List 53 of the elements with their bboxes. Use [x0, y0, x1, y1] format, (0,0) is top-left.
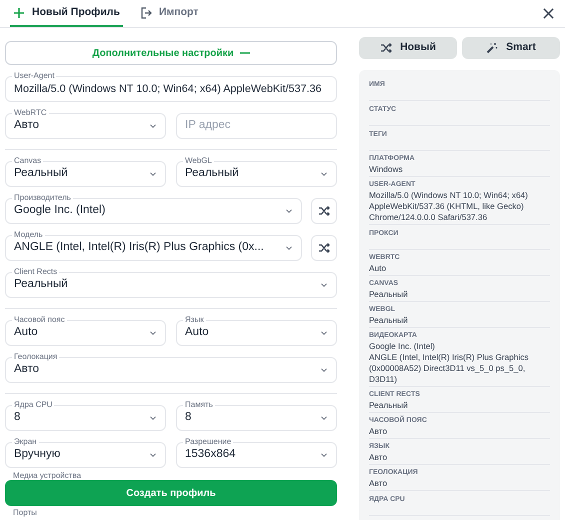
action-button[interactable]: Новый: [359, 37, 457, 59]
chevron-down-icon: [320, 414, 328, 422]
summary-value: ANGLE (Intel, Intel(R) Iris(R) Plus Graphics (0x00008A52) Direct3D11 vs_5_0 ps_5_0, D3D11): [369, 352, 530, 385]
summary-value: Auto: [369, 263, 388, 274]
field-label: Геолокация: [12, 352, 60, 362]
chevron-down-icon: [320, 451, 328, 459]
tab[interactable]: Новый Профиль: [10, 0, 123, 27]
summary-value: Авто: [369, 452, 388, 463]
field-label: Canvas: [12, 156, 44, 166]
chevron-down-icon: [320, 366, 328, 374]
chevron-down-icon: [149, 329, 157, 337]
close-icon[interactable]: [543, 8, 554, 19]
chevron-down-icon: [320, 281, 328, 289]
chevron-down-icon: [285, 207, 293, 215]
plus-icon: [13, 6, 25, 18]
summary-value: Авто: [369, 478, 388, 489]
chevron-down-icon: [149, 122, 157, 130]
field-label: Порты: [13, 508, 38, 517]
field-label: WebRTC: [12, 108, 49, 118]
field-label: User-Agent: [12, 71, 56, 81]
chevron-down-icon: [285, 244, 293, 252]
field-label: Язык: [183, 315, 206, 325]
shuffle-button[interactable]: [311, 198, 337, 224]
summary-value: Реальный: [369, 315, 409, 326]
magic-wand-icon: [486, 42, 498, 54]
field-label: Ядра CPU: [12, 400, 54, 410]
summary-value: Mozilla/5.0 (Windows NT 10.0; Win64; x64) AppleWebKit/537.36 (KHTML, like Gecko) Chrome/124.0.0.0 Safari/537.36: [369, 190, 529, 223]
summary-value: Авто: [369, 426, 388, 437]
action-button[interactable]: Smart: [462, 37, 560, 59]
field-label: Модель: [12, 230, 45, 240]
import-icon: [140, 6, 152, 18]
tab[interactable]: Импорт: [136, 0, 202, 27]
field-label: Память: [183, 400, 215, 410]
field-label: Медиа устройства: [13, 471, 82, 480]
shuffle-icon: [380, 42, 392, 54]
field-label: Производитель: [12, 193, 73, 203]
chevron-down-icon: [320, 170, 328, 178]
shuffle-button[interactable]: [311, 235, 337, 261]
field-label: Часовой пояс: [12, 315, 67, 325]
field-label: Разрешение: [183, 437, 234, 447]
summary-value: Windows: [369, 164, 404, 175]
field-label: WebGL: [183, 156, 214, 166]
chevron-down-icon: [149, 451, 157, 459]
summary-value: Google Inc. (Intel): [369, 341, 436, 352]
summary-value: Реальный: [369, 400, 409, 411]
field-label: Client Rects: [12, 267, 60, 277]
field-label: Экран: [12, 437, 39, 447]
summary-value: Реальный: [369, 289, 409, 300]
shuffle-icon: [318, 242, 330, 254]
chevron-down-icon: [149, 414, 157, 422]
shuffle-icon: [318, 205, 330, 217]
chevron-down-icon: [320, 329, 328, 337]
chevron-down-icon: [149, 170, 157, 178]
